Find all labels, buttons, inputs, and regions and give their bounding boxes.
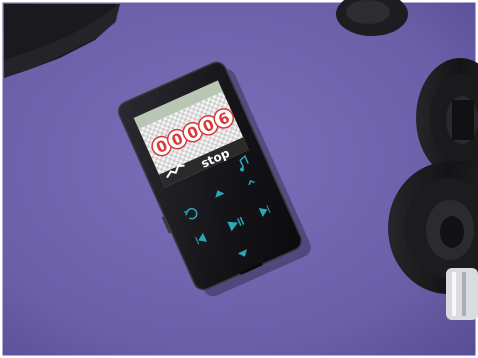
product-photo: 0 0 0 0 6 stop — [0, 0, 478, 358]
